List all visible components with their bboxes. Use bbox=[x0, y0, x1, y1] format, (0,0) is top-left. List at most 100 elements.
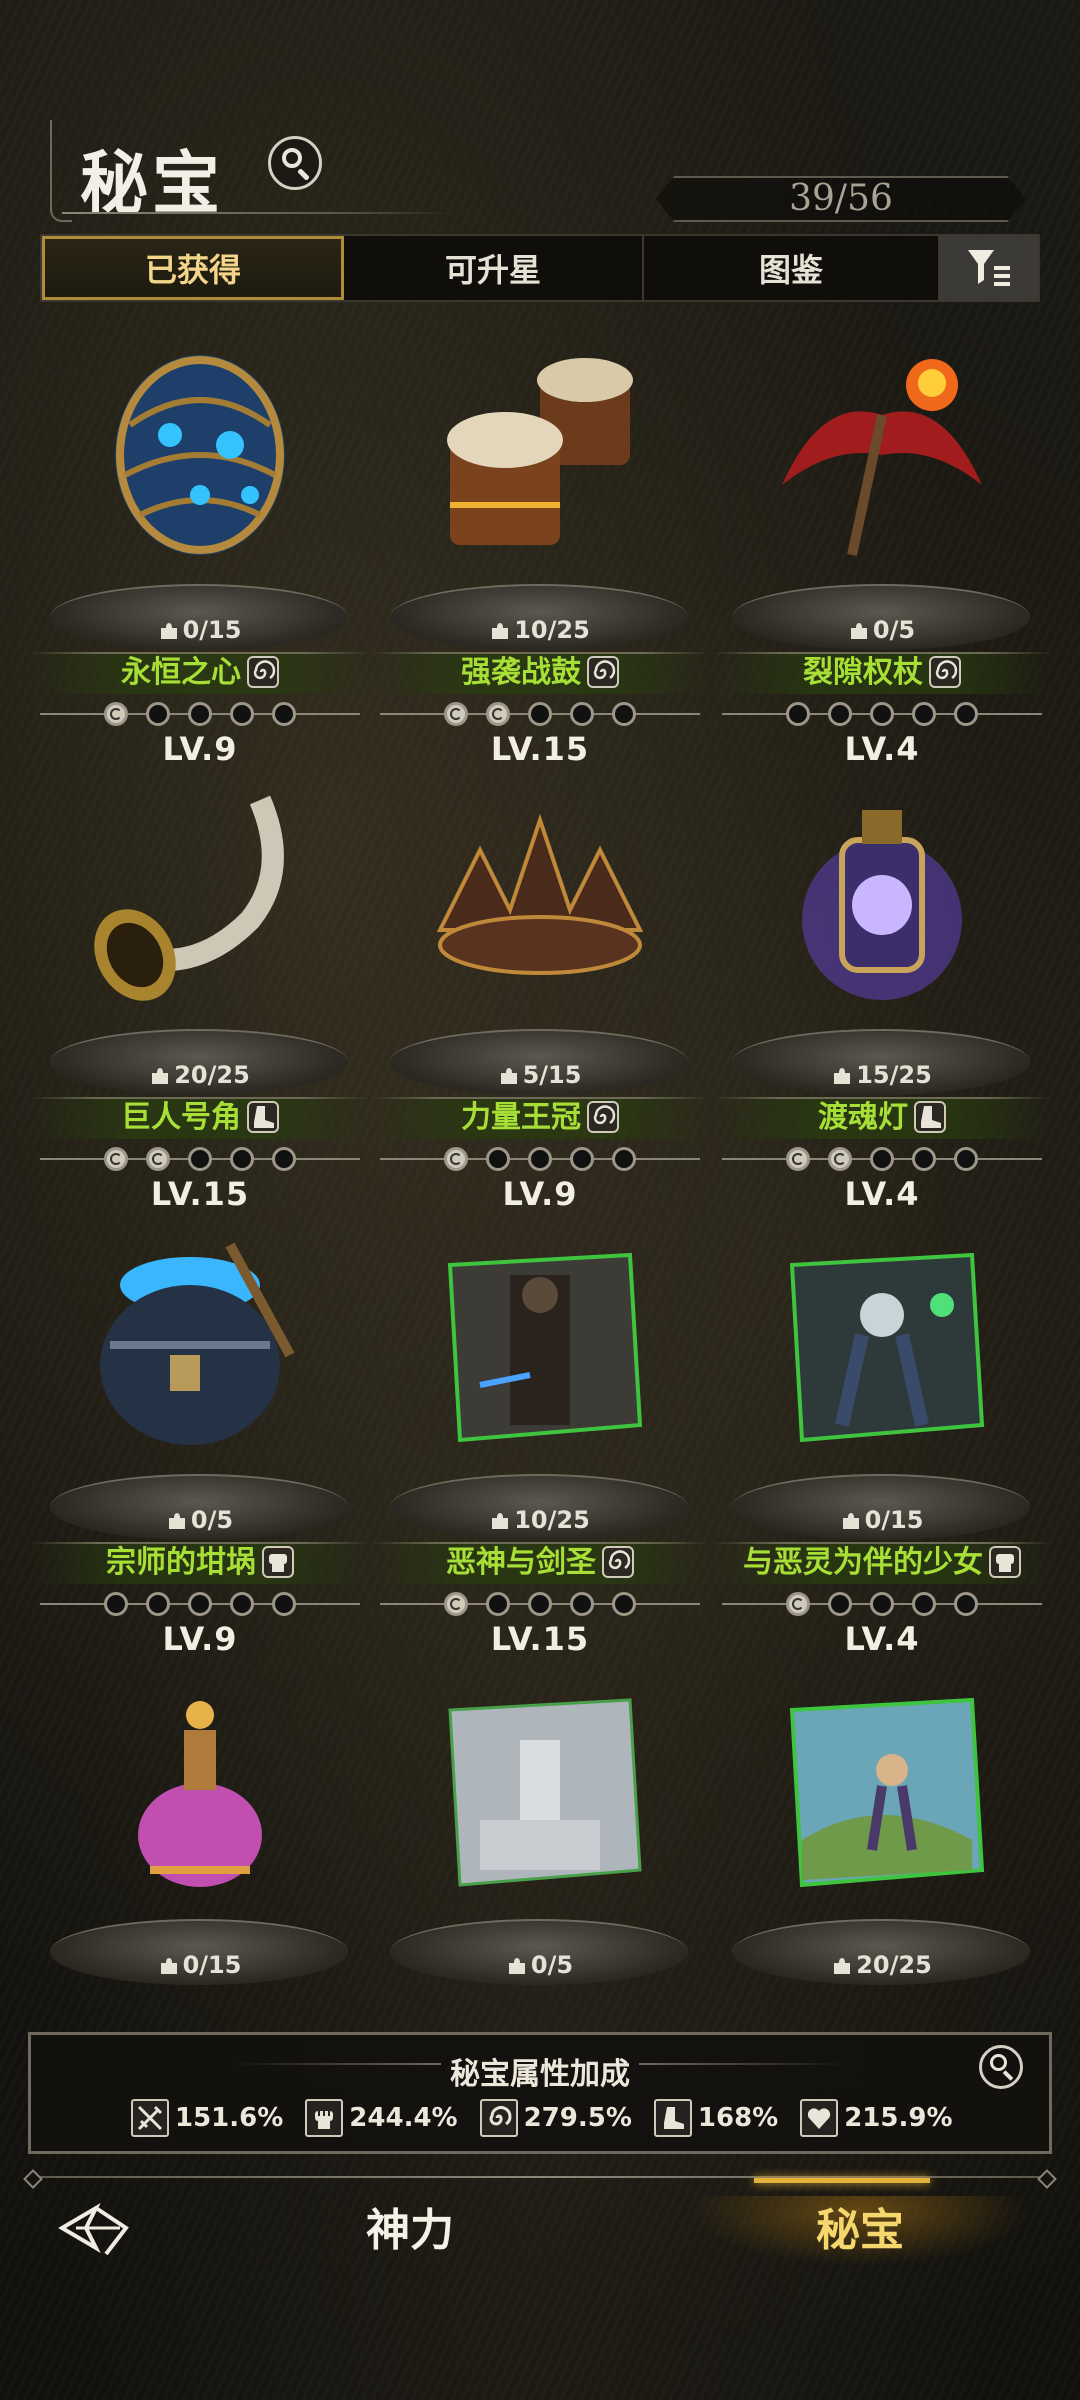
boot-icon bbox=[914, 1101, 946, 1133]
treasure-name: 宗师的坩埚 bbox=[106, 1545, 256, 1580]
star-slot bbox=[912, 1147, 936, 1171]
star-slot bbox=[188, 1147, 212, 1171]
treasure-name: 恶神与剑圣 bbox=[446, 1545, 596, 1580]
treasure-name-bar: 巨人号角 bbox=[30, 1097, 370, 1139]
treasure-card[interactable]: 0/15 永恒之心 LV.9 bbox=[30, 330, 370, 770]
fragment-count: 0/15 bbox=[30, 616, 370, 644]
treasure-name: 强袭战鼓 bbox=[461, 655, 581, 690]
boot-icon bbox=[247, 1101, 279, 1133]
star-rating bbox=[370, 1147, 710, 1171]
treasure-level: LV.4 bbox=[844, 730, 920, 768]
star-slot bbox=[444, 1147, 468, 1171]
treasure-level: LV.9 bbox=[162, 730, 238, 768]
fragment-count: 0/5 bbox=[370, 1951, 710, 1979]
star-slot bbox=[146, 1147, 170, 1171]
back-button[interactable] bbox=[56, 2198, 140, 2264]
stat-value: 244.4% bbox=[349, 2103, 458, 2133]
star-slot bbox=[786, 702, 810, 726]
star-slot bbox=[570, 1592, 594, 1616]
heart-icon bbox=[800, 2099, 839, 2137]
treasure-artwork bbox=[405, 1665, 675, 1915]
treasure-name: 渡魂灯 bbox=[818, 1100, 908, 1135]
filter-button[interactable] bbox=[940, 236, 1038, 300]
fragment-count: 0/5 bbox=[712, 616, 1052, 644]
stat-health: 215.9% bbox=[800, 2099, 953, 2137]
star-rating bbox=[30, 1147, 370, 1171]
star-slot bbox=[486, 1147, 510, 1171]
treasure-card[interactable]: 0/5 裂隙权杖 LV.4 bbox=[712, 330, 1052, 770]
star-slot bbox=[486, 702, 510, 726]
fist-icon bbox=[989, 1546, 1021, 1578]
active-tab-indicator bbox=[754, 2178, 930, 2183]
star-slot bbox=[444, 1592, 468, 1616]
fragment-count-text: 0/15 bbox=[182, 616, 242, 644]
boot-icon bbox=[653, 2099, 692, 2137]
fragment-count-text: 0/15 bbox=[864, 1506, 924, 1534]
tab-collection[interactable]: 图鉴 bbox=[644, 236, 940, 300]
fist-icon bbox=[262, 1546, 294, 1578]
treasure-card[interactable]: 0/15 与恶灵为伴的少女 LV.4 bbox=[712, 1220, 1052, 1660]
fragment-count-text: 0/5 bbox=[530, 1951, 574, 1979]
tab-upgradable[interactable]: 可升星 bbox=[344, 236, 644, 300]
treasure-card[interactable]: 10/25 恶神与剑圣 LV.15 bbox=[370, 1220, 710, 1660]
puzzle-icon bbox=[507, 1951, 531, 1979]
fragment-count: 0/5 bbox=[30, 1506, 370, 1534]
swirl-icon bbox=[602, 1546, 634, 1578]
treasure-card[interactable]: 5/15 力量王冠 LV.9 bbox=[370, 775, 710, 1215]
tab-obtained[interactable]: 已获得 bbox=[42, 236, 344, 300]
star-slot bbox=[104, 1592, 128, 1616]
fragment-count-text: 10/25 bbox=[514, 616, 590, 644]
title-underline bbox=[62, 212, 452, 214]
treasure-level: LV.15 bbox=[490, 1620, 590, 1658]
star-slot bbox=[272, 1592, 296, 1616]
treasure-artwork bbox=[405, 330, 675, 580]
puzzle-icon bbox=[490, 616, 514, 644]
star-slot bbox=[954, 1592, 978, 1616]
bonus-detail-button[interactable] bbox=[979, 2045, 1023, 2089]
treasure-level: LV.9 bbox=[162, 1620, 238, 1658]
bonus-title: 秘宝属性加成 bbox=[450, 2057, 630, 2092]
treasure-name-bar: 渡魂灯 bbox=[712, 1097, 1052, 1139]
search-icon bbox=[990, 2054, 1007, 2071]
star-slot bbox=[230, 1592, 254, 1616]
star-slot bbox=[272, 702, 296, 726]
treasure-card[interactable]: 0/5 宗师的坩埚 LV.9 bbox=[30, 1220, 370, 1660]
star-slot bbox=[612, 702, 636, 726]
treasure-level: LV.4 bbox=[844, 1620, 920, 1658]
star-slot bbox=[828, 1147, 852, 1171]
search-icon bbox=[282, 148, 302, 168]
treasure-card[interactable]: 15/25 渡魂灯 LV.4 bbox=[712, 775, 1052, 1215]
star-slot bbox=[570, 702, 594, 726]
treasure-artwork bbox=[65, 1220, 335, 1470]
stat-value: 279.5% bbox=[523, 2103, 632, 2133]
star-slot bbox=[188, 702, 212, 726]
bonus-stats: 151.6% 244.4% 279.5% 168% 215.9% bbox=[131, 2099, 953, 2137]
star-slot bbox=[954, 1147, 978, 1171]
treasure-name-bar: 宗师的坩埚 bbox=[30, 1542, 370, 1584]
treasure-name-bar: 裂隙权杖 bbox=[712, 652, 1052, 694]
treasure-name-bar: 永恒之心 bbox=[30, 652, 370, 694]
treasure-card[interactable]: 10/25 强袭战鼓 LV.15 bbox=[370, 330, 710, 770]
star-slot bbox=[230, 1147, 254, 1171]
star-slot bbox=[954, 702, 978, 726]
treasure-artwork bbox=[747, 1665, 1017, 1915]
treasure-artwork bbox=[405, 1220, 675, 1470]
star-slot bbox=[870, 1592, 894, 1616]
treasure-name-bar: 恶神与剑圣 bbox=[370, 1542, 710, 1584]
star-slot bbox=[870, 702, 894, 726]
nav-tab-divine-power[interactable]: 神力 bbox=[310, 2196, 510, 2266]
fragment-count: 5/15 bbox=[370, 1061, 710, 1089]
nav-tab-treasure[interactable]: 秘宝 bbox=[690, 2196, 1030, 2266]
star-slot bbox=[146, 1592, 170, 1616]
fragment-count: 20/25 bbox=[30, 1061, 370, 1089]
star-slot bbox=[828, 702, 852, 726]
treasure-name: 永恒之心 bbox=[121, 655, 241, 690]
stat-value: 215.9% bbox=[844, 2103, 953, 2133]
search-button[interactable] bbox=[268, 136, 322, 190]
puzzle-icon bbox=[490, 1506, 514, 1534]
fragment-count: 15/25 bbox=[712, 1061, 1052, 1089]
treasure-name-bar: 强袭战鼓 bbox=[370, 652, 710, 694]
swirl-icon bbox=[587, 656, 619, 688]
treasure-card[interactable]: 20/25 巨人号角 LV.15 bbox=[30, 775, 370, 1215]
collection-count: 39/56 bbox=[656, 176, 1026, 222]
